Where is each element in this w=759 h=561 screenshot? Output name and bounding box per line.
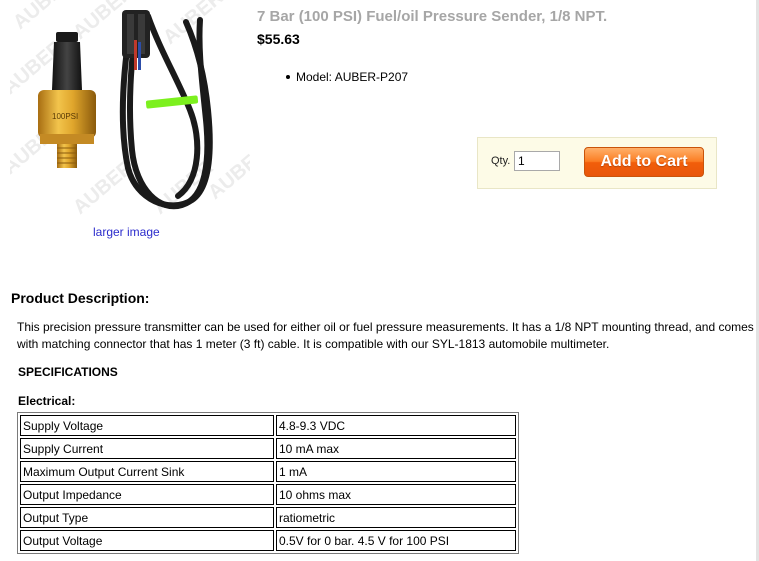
spec-name: Supply Current bbox=[20, 438, 274, 459]
table-row: Supply Voltage 4.8-9.3 VDC bbox=[20, 415, 516, 436]
spec-name: Output Type bbox=[20, 507, 274, 528]
table-row: Maximum Output Current Sink 1 mA bbox=[20, 461, 516, 482]
svg-text:AUBER: AUBER bbox=[10, 0, 78, 34]
product-description-text: This precision pressure transmitter can … bbox=[17, 320, 754, 351]
add-to-cart-button[interactable]: Add to Cart bbox=[584, 147, 704, 177]
electrical-spec-table: Supply Voltage 4.8-9.3 VDC Supply Curren… bbox=[17, 412, 519, 554]
larger-image-link[interactable]: larger image bbox=[93, 225, 160, 239]
specifications-heading: SPECIFICATIONS bbox=[18, 365, 118, 379]
product-image[interactable]: AUBER AUBER AUBER AUBER AUBER AUBER AUBE… bbox=[10, 0, 250, 222]
spec-value: 10 mA max bbox=[276, 438, 516, 459]
table-row: Supply Current 10 mA max bbox=[20, 438, 516, 459]
spec-name: Maximum Output Current Sink bbox=[20, 461, 274, 482]
spec-name: Output Voltage bbox=[20, 530, 274, 551]
product-price: $55.63 bbox=[257, 31, 300, 47]
model-list-item: Model: AUBER-P207 bbox=[286, 70, 408, 84]
table-row: Output Impedance 10 ohms max bbox=[20, 484, 516, 505]
qty-label: Qty. bbox=[491, 155, 511, 167]
spec-name: Output Impedance bbox=[20, 484, 274, 505]
spec-name: Supply Voltage bbox=[20, 415, 274, 436]
cart-box: Qty. Add to Cart bbox=[477, 137, 717, 189]
spec-value: 10 ohms max bbox=[276, 484, 516, 505]
product-title: 7 Bar (100 PSI) Fuel/oil Pressure Sender… bbox=[257, 8, 608, 25]
product-photo: AUBER AUBER AUBER AUBER AUBER AUBER AUBE… bbox=[10, 0, 250, 219]
product-description-heading: Product Description: bbox=[11, 290, 150, 306]
electrical-heading: Electrical: bbox=[18, 394, 76, 408]
table-row: Output Voltage 0.5V for 0 bar. 4.5 V for… bbox=[20, 530, 516, 551]
spec-value: 1 mA bbox=[276, 461, 516, 482]
bullet-icon bbox=[286, 74, 290, 79]
spec-value: ratiometric bbox=[276, 507, 516, 528]
model-text: Model: AUBER-P207 bbox=[296, 70, 409, 84]
spec-value: 4.8-9.3 VDC bbox=[276, 415, 516, 436]
qty-input[interactable] bbox=[514, 151, 560, 171]
spec-value: 0.5V for 0 bar. 4.5 V for 100 PSI bbox=[276, 530, 516, 551]
table-row: Output Type ratiometric bbox=[20, 507, 516, 528]
svg-text:100PSI: 100PSI bbox=[52, 112, 78, 121]
